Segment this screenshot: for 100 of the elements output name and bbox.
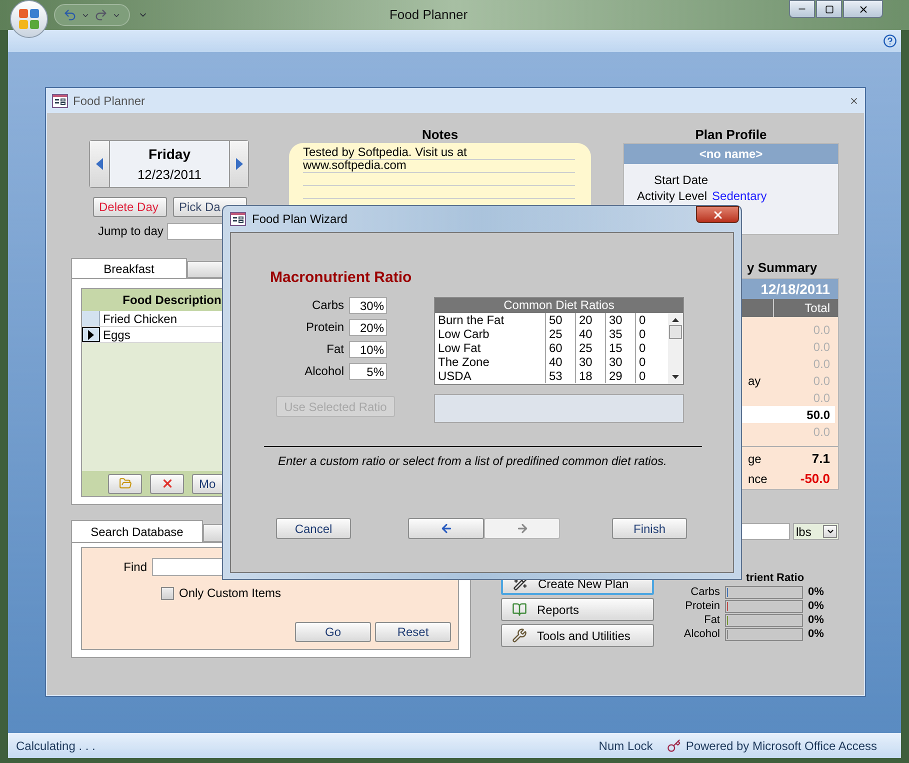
diet-row[interactable]: The Zone 40 30 30 0 [435, 355, 668, 369]
diet-value: 30 [606, 355, 636, 369]
summary-value: 0.0 [813, 356, 831, 372]
diet-value: 53 [546, 369, 576, 383]
finish-button[interactable]: Finish [612, 518, 687, 539]
close-button[interactable] [696, 206, 739, 223]
office-button[interactable] [10, 0, 48, 38]
weekday-label: Friday [148, 144, 190, 164]
current-record-icon [88, 330, 94, 340]
num-lock-indicator: Num Lock [598, 738, 653, 754]
find-label: Find [122, 559, 148, 576]
diet-row[interactable]: Burn the Fat 50 20 30 0 [435, 313, 668, 327]
date-label: 12/23/2011 [137, 166, 202, 184]
ratio-field-label: Protein [304, 319, 345, 336]
action-button[interactable]: Reports [501, 598, 654, 621]
close-icon [858, 4, 868, 14]
checkbox-label: Only Custom Items [179, 585, 282, 602]
record-selector[interactable] [82, 327, 100, 342]
plan-profile-heading: Plan Profile [694, 126, 768, 143]
next-day-button[interactable] [229, 141, 248, 187]
minimize-button[interactable] [789, 0, 815, 18]
ratio-field[interactable]: 5% [349, 363, 387, 380]
diet-name: USDA [435, 369, 546, 383]
hint-text: Enter a custom ratio or select from a list of predifined common diet ratios. [278, 455, 668, 468]
activity-level-label: Activity Level [637, 189, 708, 203]
search-action-button[interactable]: Go [295, 622, 371, 642]
undo-icon[interactable] [63, 8, 77, 22]
key-icon [666, 738, 681, 752]
summary-label: ay [748, 372, 761, 390]
previous-day-button[interactable] [90, 141, 110, 187]
notes-heading: Notes [420, 126, 460, 143]
redo-icon[interactable] [94, 8, 108, 22]
scroll-thumb[interactable] [669, 325, 682, 339]
caret-icon [826, 527, 834, 536]
checkbox[interactable] [161, 586, 174, 600]
diet-value: 60 [546, 341, 576, 355]
ratio-field-label: Fat [326, 341, 345, 358]
diet-value: 30 [606, 313, 636, 327]
diet-value: 25 [576, 341, 606, 355]
close-icon[interactable] [849, 96, 859, 106]
diet-row[interactable]: USDA 53 18 29 0 [435, 369, 668, 383]
wrench-icon [512, 628, 527, 643]
list-header: Common Diet Ratios [504, 298, 614, 313]
diet-name: Low Carb [435, 327, 546, 341]
ratio-field[interactable]: 20% [349, 319, 387, 336]
folder-icon [118, 477, 132, 490]
action-button[interactable]: Tools and Utilities [501, 624, 654, 647]
maximize-icon [824, 4, 834, 14]
day-button[interactable]: Delete Day [93, 197, 167, 217]
ratio-field[interactable]: 30% [349, 297, 387, 314]
activity-level-link[interactable]: Sedentary [712, 189, 767, 203]
close-button[interactable] [843, 0, 883, 18]
diet-name: Low Fat [435, 341, 546, 355]
ratio-field[interactable]: 10% [349, 341, 387, 358]
form-icon [52, 94, 68, 108]
delete-food-button[interactable] [150, 474, 184, 494]
search-tab[interactable]: Search Database [71, 520, 203, 542]
summary-value: 0.0 [813, 424, 831, 440]
diet-row[interactable]: Low Fat 60 25 15 0 [435, 341, 668, 355]
book-icon [512, 602, 527, 617]
diet-value: 0 [638, 369, 647, 383]
summary-heading: y Summary [746, 259, 818, 277]
window-title: Food Planner [389, 6, 468, 24]
diet-row[interactable]: Low Carb 25 40 35 0 [435, 327, 668, 341]
add-food-button[interactable] [108, 474, 142, 494]
diet-value: 0 [638, 341, 647, 355]
right-triangle-icon [236, 158, 242, 170]
diet-value: 0 [638, 313, 647, 327]
diet-value: 29 [606, 369, 636, 383]
diet-value: 40 [546, 355, 576, 369]
help-icon[interactable] [883, 34, 897, 48]
search-action-button[interactable]: Reset [375, 622, 451, 642]
diet-value: 35 [606, 327, 636, 341]
ratio-label: Carbs [690, 584, 720, 600]
maximize-button[interactable] [816, 0, 842, 18]
wizard-nav-button[interactable] [408, 518, 484, 539]
diet-value: 50 [546, 313, 576, 327]
ratio-label: Protein [684, 598, 720, 614]
ratio-heading: trient Ratio [745, 572, 806, 585]
summary-value: 0.0 [813, 390, 831, 406]
diet-value: 0 [638, 355, 647, 369]
unit-dropdown[interactable]: lbs [793, 523, 839, 540]
cancel-button[interactable]: Cancel [276, 518, 351, 539]
ratio-label: Fat [703, 612, 720, 628]
notes-text: Tested by Softpedia. Visit us at www.softpedia.com [303, 146, 468, 172]
scroll-down-icon[interactable] [672, 375, 679, 379]
total-column-header: Total [804, 300, 831, 317]
status-message: Calculating . . . [15, 738, 96, 754]
diet-value: 0 [638, 327, 647, 341]
summary-value: 0.0 [813, 338, 831, 356]
diet-value: 40 [576, 327, 606, 341]
diet-name: Burn the Fat [435, 313, 546, 327]
form-title: Food Planner [73, 92, 146, 110]
summary-value: -50.0 [800, 470, 831, 488]
meal-tab[interactable]: Breakfast [71, 258, 187, 278]
ratio-field-label: Carbs [310, 297, 345, 314]
scrollbar[interactable] [668, 313, 683, 384]
summary-value: 0.0 [813, 322, 831, 338]
close-icon [712, 208, 724, 220]
column-header: Food Description [122, 292, 222, 309]
